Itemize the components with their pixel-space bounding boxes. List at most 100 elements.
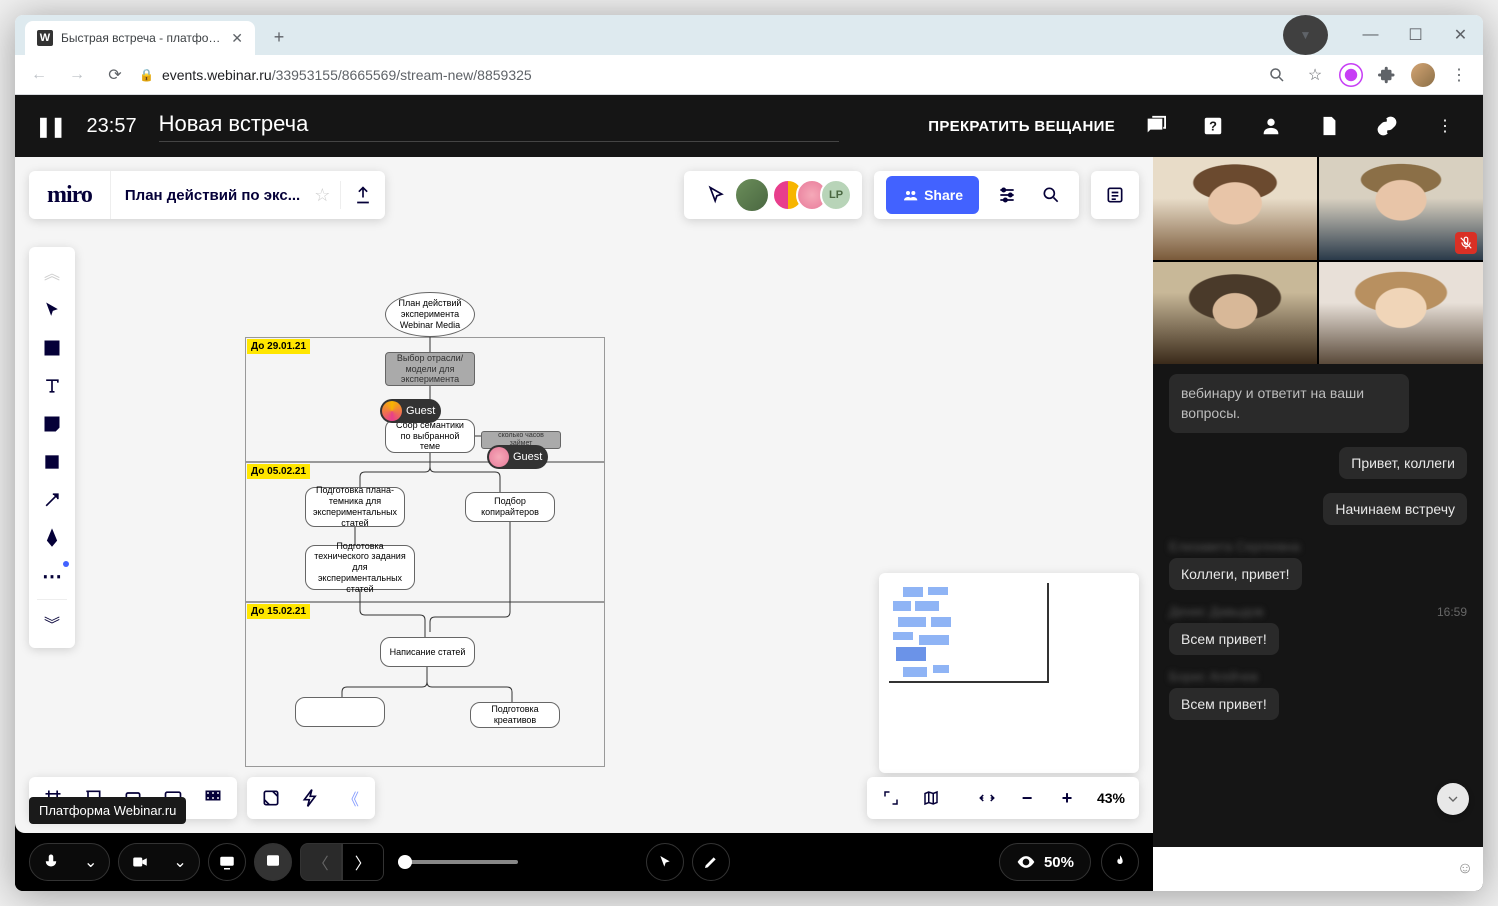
- stop-broadcast-button[interactable]: ПРЕКРАТИТЬ ВЕЩАНИЕ: [928, 118, 1115, 135]
- collab-avatar-4[interactable]: LP: [820, 179, 852, 211]
- zoom-percent[interactable]: 43%: [1089, 790, 1133, 806]
- close-window-button[interactable]: ✕: [1438, 15, 1483, 55]
- participant-video-2[interactable]: [1319, 157, 1483, 260]
- guest-cursor-2: Guest: [487, 445, 548, 469]
- qa-icon[interactable]: ?: [1195, 108, 1231, 144]
- next-slide-button[interactable]: 〉: [342, 843, 384, 881]
- chat-message: Всем привет!: [1169, 623, 1279, 655]
- shared-screen-stage: До 29.01.21 До 05.02.21 До 15.02.21 План…: [15, 157, 1153, 833]
- miro-minimap[interactable]: [879, 573, 1139, 773]
- guest-cursor-1: Guest: [380, 399, 441, 423]
- screenshare-button[interactable]: [208, 843, 246, 881]
- miro-board-header: miro План действий по экс... ☆: [29, 171, 385, 219]
- zoom-in-button[interactable]: +: [1049, 788, 1085, 809]
- tab-favicon: W: [37, 30, 53, 46]
- own-message: Привет, коллеги: [1339, 447, 1467, 479]
- bookmark-star-icon[interactable]: ☆: [1301, 61, 1329, 89]
- text-tool[interactable]: [29, 367, 75, 405]
- more-menu-icon[interactable]: ⋮: [1427, 108, 1463, 144]
- whiteboard-button[interactable]: [254, 843, 292, 881]
- camera-control[interactable]: ⌄: [118, 843, 199, 881]
- arrow-tool[interactable]: [29, 481, 75, 519]
- chat-username: Денис Давыдов: [1169, 604, 1264, 619]
- tab-title: Быстрая встреча - платформа W: [61, 31, 223, 45]
- extensions-icon[interactable]: [1373, 61, 1401, 89]
- sidebar: вебинару и ответит на ваши вопросы. Прив…: [1153, 157, 1483, 891]
- mic-chevron[interactable]: ⌄: [72, 844, 109, 880]
- chat-expand-button[interactable]: [1437, 783, 1469, 815]
- cursor-tool-button[interactable]: [646, 843, 684, 881]
- forward-button[interactable]: →: [63, 61, 91, 89]
- incognito-shield-icon[interactable]: ▼: [1283, 15, 1328, 55]
- chat-input[interactable]: [1153, 861, 1447, 877]
- shape-tool[interactable]: [29, 443, 75, 481]
- miro-board-title[interactable]: План действий по экс...: [111, 187, 314, 204]
- export-icon[interactable]: [341, 185, 385, 205]
- miro-zoom-bar: − + 43%: [867, 777, 1139, 819]
- search-icon[interactable]: [1029, 185, 1073, 205]
- system-message: вебинару и ответит на ваши вопросы.: [1169, 374, 1409, 433]
- sticky-note-tool[interactable]: [29, 405, 75, 443]
- bolt-icon[interactable]: [291, 777, 331, 819]
- emoji-icon[interactable]: ☺: [1447, 860, 1483, 878]
- expand-up-icon[interactable]: ︽: [29, 253, 75, 291]
- miro-toolbar: ︽ ⋯ ︾: [29, 247, 75, 648]
- close-tab-icon[interactable]: ✕: [231, 30, 243, 47]
- chat-icon[interactable]: [1137, 108, 1173, 144]
- participants-grid: [1153, 157, 1483, 364]
- fire-reaction-button[interactable]: [1101, 843, 1139, 881]
- link-icon[interactable]: [1369, 108, 1405, 144]
- url-bar[interactable]: 🔒 events.webinar.ru/33953155/8665569/str…: [139, 67, 1253, 83]
- back-button[interactable]: ←: [25, 61, 53, 89]
- pause-button[interactable]: ❚❚: [35, 114, 65, 139]
- mic-control[interactable]: ⌄: [29, 843, 110, 881]
- chat-timestamp: 16:59: [1437, 605, 1467, 619]
- participant-video-4[interactable]: [1319, 262, 1483, 365]
- star-icon[interactable]: ☆: [314, 185, 340, 206]
- maximize-button[interactable]: ☐: [1393, 15, 1438, 55]
- miro-logo[interactable]: miro: [29, 171, 111, 219]
- present-icon[interactable]: [251, 777, 291, 819]
- chat-username: Елизавета Сергеевна: [1169, 539, 1467, 554]
- chat-panel: вебинару и ответит на ваши вопросы. Прив…: [1153, 364, 1483, 847]
- chrome-menu-icon[interactable]: ⋮: [1445, 61, 1473, 89]
- participants-icon[interactable]: [1253, 108, 1289, 144]
- marker-tool-button[interactable]: [692, 843, 730, 881]
- browser-address-bar: ← → ⟳ 🔒 events.webinar.ru/33953155/86655…: [15, 55, 1483, 95]
- tooltip: Платформа Webinar.ru: [29, 797, 186, 824]
- participant-video-3[interactable]: [1153, 262, 1317, 365]
- collapse-left-icon[interactable]: 《: [331, 777, 371, 819]
- minimize-button[interactable]: —: [1348, 15, 1393, 55]
- mute-icon: [1455, 232, 1477, 254]
- settings-sliders-icon[interactable]: [985, 185, 1029, 205]
- map-icon[interactable]: [913, 789, 949, 807]
- zoom-out-button[interactable]: −: [1009, 788, 1045, 809]
- cursor-indicator-icon[interactable]: [694, 185, 738, 205]
- new-tab-button[interactable]: +: [265, 23, 293, 51]
- expand-down-icon[interactable]: ︾: [29, 604, 75, 642]
- fullscreen-icon[interactable]: [873, 789, 909, 807]
- pen-tool[interactable]: [29, 519, 75, 557]
- broadcast-timer: 23:57: [87, 115, 137, 138]
- notes-panel-icon[interactable]: [1093, 185, 1137, 205]
- camera-chevron[interactable]: ⌄: [161, 844, 198, 880]
- slide-progress-slider[interactable]: [398, 860, 518, 864]
- participant-video-1[interactable]: [1153, 157, 1317, 260]
- template-tool[interactable]: [29, 329, 75, 367]
- select-tool[interactable]: [29, 291, 75, 329]
- webinar-bottom-toolbar: ⌄ ⌄ 〈 〉 50%: [15, 833, 1153, 891]
- share-button[interactable]: Share: [886, 176, 979, 214]
- apps-icon[interactable]: [193, 777, 233, 819]
- browser-tab[interactable]: W Быстрая встреча - платформа W ✕: [25, 21, 255, 55]
- profile-avatar-1[interactable]: [1339, 63, 1363, 87]
- fit-icon[interactable]: [969, 789, 1005, 807]
- viewer-count[interactable]: 50%: [999, 843, 1091, 881]
- files-icon[interactable]: [1311, 108, 1347, 144]
- reload-button[interactable]: ⟳: [101, 61, 129, 89]
- search-icon[interactable]: [1263, 61, 1291, 89]
- meeting-title-input[interactable]: Новая встреча: [159, 111, 839, 142]
- profile-avatar-2[interactable]: [1411, 63, 1435, 87]
- prev-slide-button[interactable]: 〈: [300, 843, 342, 881]
- more-tools[interactable]: ⋯: [29, 557, 75, 595]
- collab-avatar-1[interactable]: [734, 177, 770, 213]
